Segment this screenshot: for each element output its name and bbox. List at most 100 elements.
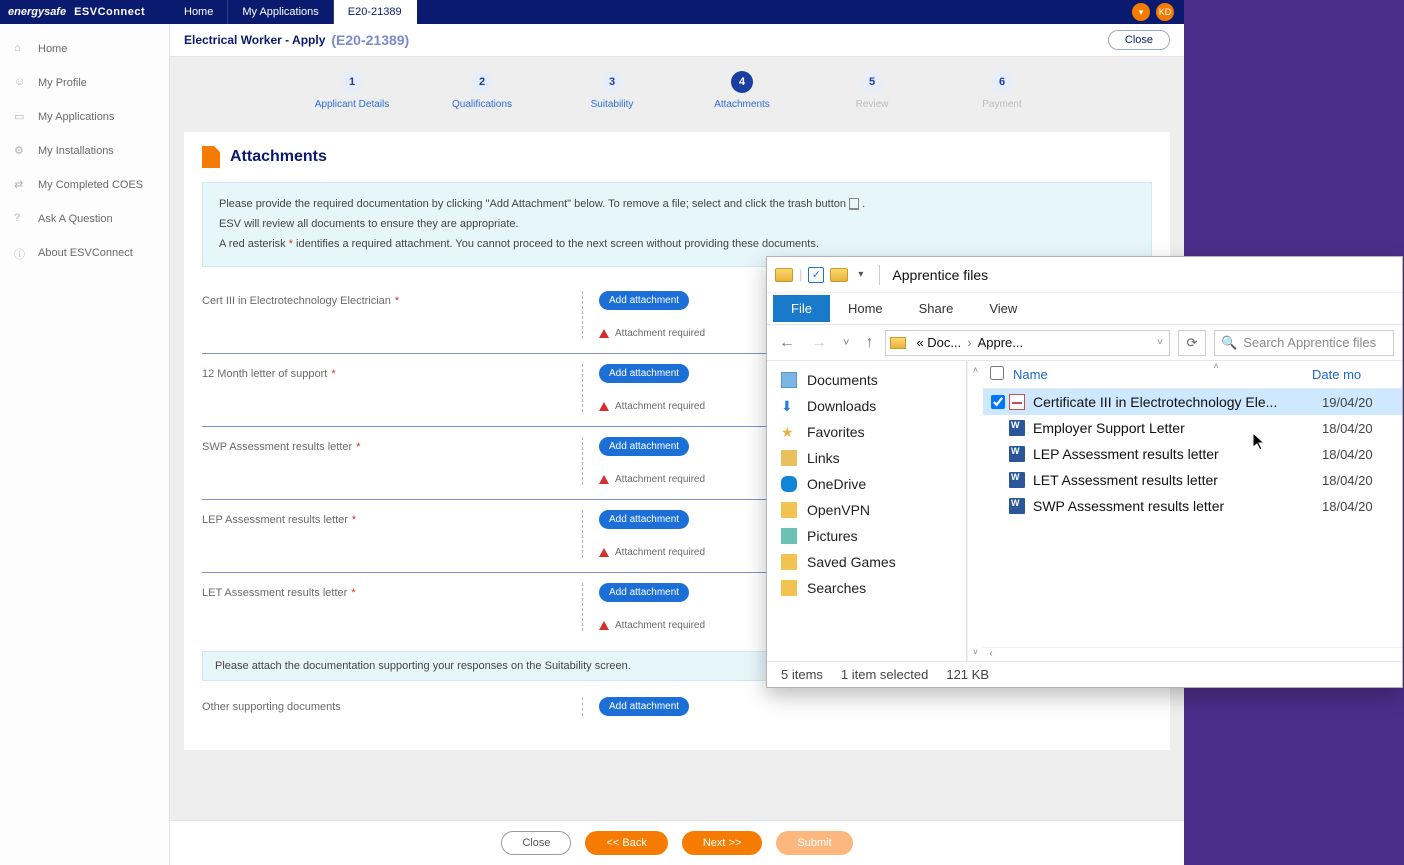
column-header[interactable]: Name ˄ Date mo [983, 361, 1402, 389]
page-title: Electrical Worker - Apply [184, 33, 325, 47]
tree-item-documents[interactable]: Documents [767, 367, 966, 393]
tab-record[interactable]: E20-21389 [334, 0, 417, 24]
top-bar: energysafe ESVConnect Home My Applicatio… [0, 0, 1184, 24]
user-avatar[interactable]: KD [1156, 3, 1174, 21]
file-row[interactable]: SWP Assessment results letter 18/04/20 [983, 493, 1402, 519]
file-checkbox[interactable] [991, 395, 1005, 409]
folder-icon [890, 337, 906, 349]
page-header: Electrical Worker - Apply (E20-21389) Cl… [170, 24, 1184, 57]
footer-next-button[interactable]: Next >> [682, 831, 763, 855]
step-2[interactable]: 2Qualifications [437, 71, 527, 110]
footer-close-button[interactable]: Close [501, 831, 571, 855]
status-selected-count: 1 item selected [841, 667, 928, 682]
search-folder-icon [781, 580, 797, 596]
file-name: Certificate III in Electrotechnology Ele… [1033, 394, 1322, 410]
trash-icon [849, 198, 859, 210]
footer-bar: Close << Back Next >> Submit [170, 820, 1184, 865]
file-name: Employer Support Letter [1033, 420, 1322, 436]
word-icon [1009, 472, 1025, 488]
tree-item-pictures[interactable]: Pictures [767, 523, 966, 549]
tree-scrollbar[interactable]: ˄˅ [967, 361, 983, 661]
ribbon-tab-view[interactable]: View [971, 295, 1035, 322]
sidebar-item-about[interactable]: ⓘAbout ESVConnect [0, 236, 169, 270]
tree-item-downloads[interactable]: ⬇Downloads [767, 393, 966, 419]
pdf-icon [1009, 394, 1025, 410]
add-attachment-button[interactable]: Add attachment [599, 510, 689, 529]
footer-back-button[interactable]: << Back [585, 831, 667, 855]
sidebar-item-coes[interactable]: ⇄My Completed COES [0, 168, 169, 202]
chevron-down-icon[interactable]: ˅ [1151, 337, 1169, 348]
word-icon [1009, 420, 1025, 436]
tree-item-links[interactable]: Links [767, 445, 966, 471]
status-size: 121 KB [946, 667, 989, 682]
nav-back-icon[interactable]: ← [775, 334, 799, 352]
add-attachment-button[interactable]: Add attachment [599, 583, 689, 602]
sidebar-item-profile[interactable]: ☺My Profile [0, 66, 169, 100]
info-box: Please provide the required documentatio… [202, 182, 1152, 267]
add-attachment-button[interactable]: Add attachment [599, 364, 689, 383]
clipboard-icon: ▭ [14, 110, 28, 124]
file-date: 18/04/20 [1322, 421, 1402, 436]
tab-home[interactable]: Home [170, 0, 228, 24]
tab-my-applications[interactable]: My Applications [228, 0, 333, 24]
warning-icon [599, 329, 609, 338]
search-input[interactable]: 🔍 Search Apprentice files [1214, 330, 1394, 356]
quick-access-dropdown[interactable]: ▾ [854, 269, 867, 280]
folder-icon [775, 268, 793, 282]
close-button[interactable]: Close [1108, 30, 1170, 50]
step-3[interactable]: 3Suitability [567, 71, 657, 110]
brand: energysafe ESVConnect [0, 6, 170, 18]
page-record: (E20-21389) [331, 32, 409, 48]
file-row[interactable]: LEP Assessment results letter 18/04/20 [983, 441, 1402, 467]
folder-icon [781, 502, 797, 518]
tree-item-onedrive[interactable]: OneDrive [767, 471, 966, 497]
tree-item-searches[interactable]: Searches [767, 575, 966, 601]
attachment-label: LEP Assessment results letter* [202, 510, 582, 558]
ribbon-tab-file[interactable]: File [773, 295, 830, 322]
select-all-checkbox[interactable] [990, 366, 1004, 380]
add-attachment-button[interactable]: Add attachment [599, 697, 689, 716]
tree-item-favorites[interactable]: ★Favorites [767, 419, 966, 445]
breadcrumb[interactable]: « Doc... [910, 335, 967, 350]
pictures-icon [781, 528, 797, 544]
nav-history-dropdown[interactable]: ˅ [839, 337, 853, 349]
file-name: LET Assessment results letter [1033, 472, 1322, 488]
tree-item-savedgames[interactable]: Saved Games [767, 549, 966, 575]
breadcrumb[interactable]: Appre... [972, 335, 1030, 350]
horizontal-scrollbar[interactable]: ‹ [983, 647, 1402, 661]
nav-up-icon[interactable]: ↑ [861, 334, 877, 352]
address-bar[interactable]: « Doc... › Appre... ˅ [885, 330, 1170, 356]
attachment-row-other: Other supporting documents Add attachmen… [202, 687, 1152, 730]
ribbon-tab-share[interactable]: Share [901, 295, 972, 322]
file-row[interactable]: Employer Support Letter 18/04/20 [983, 415, 1402, 441]
notifications-icon[interactable]: ▾ [1132, 3, 1150, 21]
step-6: 6Payment [957, 71, 1047, 110]
explorer-titlebar[interactable]: | ✓ ▾ Apprentice files [767, 257, 1402, 293]
file-explorer-window[interactable]: | ✓ ▾ Apprentice files File Home Share V… [766, 256, 1403, 688]
column-date[interactable]: Date mo [1312, 367, 1402, 382]
explorer-title: Apprentice files [892, 267, 988, 283]
tree-item-openvpn[interactable]: OpenVPN [767, 497, 966, 523]
folder-icon [781, 450, 797, 466]
column-name[interactable]: Name [1011, 367, 1312, 382]
add-attachment-button[interactable]: Add attachment [599, 437, 689, 456]
sidebar-item-ask[interactable]: ?Ask A Question [0, 202, 169, 236]
sidebar-item-applications[interactable]: ▭My Applications [0, 100, 169, 134]
file-row[interactable]: Certificate III in Electrotechnology Ele… [983, 389, 1402, 415]
word-icon [1009, 446, 1025, 462]
file-name: LEP Assessment results letter [1033, 446, 1322, 462]
step-1[interactable]: 1Applicant Details [307, 71, 397, 110]
attachment-label: SWP Assessment results letter* [202, 437, 582, 485]
file-row[interactable]: LET Assessment results letter 18/04/20 [983, 467, 1402, 493]
top-right: ▾ KD [1132, 3, 1184, 21]
add-attachment-button[interactable]: Add attachment [599, 291, 689, 310]
onedrive-icon [781, 476, 797, 492]
nav-forward-icon: → [807, 334, 831, 352]
sidebar-item-home[interactable]: ⌂Home [0, 32, 169, 66]
quick-check-icon[interactable]: ✓ [808, 267, 824, 283]
refresh-button[interactable]: ⟳ [1178, 330, 1206, 356]
sidebar-item-installations[interactable]: ⚙My Installations [0, 134, 169, 168]
step-4[interactable]: 4Attachments [697, 71, 787, 110]
footer-submit-button: Submit [776, 831, 852, 855]
ribbon-tab-home[interactable]: Home [830, 295, 901, 322]
